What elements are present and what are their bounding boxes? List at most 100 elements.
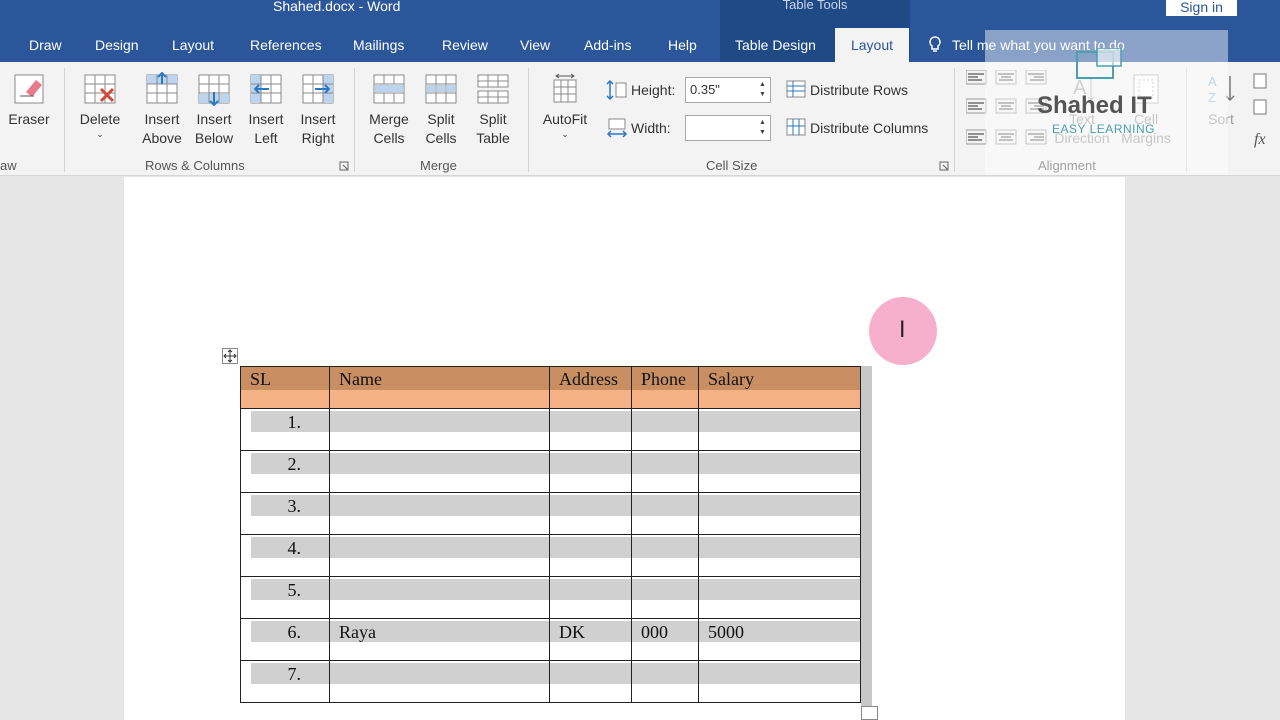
table-cell[interactable]: 3.	[240, 492, 330, 535]
delete-button[interactable]: Delete ⌄	[76, 72, 124, 139]
table-cell[interactable]	[549, 576, 632, 619]
insert-below-button[interactable]: Insert Below	[191, 72, 237, 148]
insert-above-button[interactable]: Insert Above	[139, 72, 185, 148]
header-cell[interactable]: Phone	[631, 366, 699, 409]
table-cell[interactable]	[698, 408, 861, 451]
tab-add-ins[interactable]: Add-ins	[584, 37, 631, 53]
insert-right-icon	[302, 74, 334, 104]
table-cell[interactable]: 2.	[240, 450, 330, 493]
height-input[interactable]: 0.35" ▲ ▼	[685, 77, 771, 103]
header-cell[interactable]: Salary	[698, 366, 861, 409]
tab-mailings[interactable]: Mailings	[353, 37, 404, 53]
tab-view[interactable]: View	[520, 37, 550, 53]
table-cell[interactable]	[549, 492, 632, 535]
cell-address	[550, 453, 631, 474]
tab-layout[interactable]: Layout	[172, 37, 214, 53]
table-cell[interactable]	[549, 450, 632, 493]
split-cells-icon	[425, 74, 457, 104]
table-cell[interactable]	[631, 576, 699, 619]
distribute-rows-button[interactable]: Distribute Rows	[786, 80, 908, 100]
table-cell[interactable]	[329, 492, 550, 535]
table-cell[interactable]: 7.	[240, 660, 330, 703]
table-move-handle-icon[interactable]	[222, 348, 238, 364]
width-input[interactable]: ▲ ▼	[685, 115, 771, 141]
text-cursor-icon: I	[899, 318, 906, 343]
dialog-launcher-icon[interactable]	[939, 161, 949, 171]
distribute-rows-icon	[786, 80, 806, 98]
chevron-down-icon: ⌄	[96, 129, 104, 139]
lightbulb-icon	[929, 36, 941, 52]
table-cell[interactable]: 000	[631, 618, 699, 661]
table-resize-handle[interactable]	[861, 706, 878, 720]
table-cell[interactable]	[329, 660, 550, 703]
eraser-button[interactable]: Eraser	[8, 72, 50, 129]
table-cell[interactable]	[549, 408, 632, 451]
autofit-icon	[553, 73, 577, 103]
header-cell[interactable]: Address	[549, 366, 632, 409]
autofit-button[interactable]: AutoFit ⌄	[538, 72, 592, 139]
header-phone: Phone	[632, 367, 698, 390]
table-cell[interactable]: 6.	[240, 618, 330, 661]
delete-label: Delete	[79, 111, 121, 127]
repeat-header-convert-formula-icons[interactable]: fx	[1252, 72, 1280, 152]
table-cell[interactable]: 1.	[240, 408, 330, 451]
table-cell[interactable]	[698, 450, 861, 493]
table-cell[interactable]: 4.	[240, 534, 330, 577]
cell-name	[330, 537, 549, 558]
cell-sl: 3.	[251, 495, 329, 516]
table-cell[interactable]	[698, 534, 861, 577]
table-cell[interactable]: 5000	[698, 618, 861, 661]
table-cell[interactable]	[698, 576, 861, 619]
table-cell[interactable]	[631, 660, 699, 703]
header-cell[interactable]: SL	[240, 366, 330, 409]
table-cell[interactable]	[698, 492, 861, 535]
group-divider	[954, 68, 955, 172]
tab-table-layout[interactable]: Layout	[835, 28, 909, 62]
data-group-partial: fx	[1252, 72, 1280, 152]
insert-above-label-2: Above	[142, 130, 182, 146]
table-cell[interactable]	[698, 660, 861, 703]
table-cell[interactable]	[329, 408, 550, 451]
cell-address	[550, 495, 631, 516]
spinner-arrows-icon[interactable]: ▲ ▼	[759, 118, 767, 138]
cell-salary	[699, 537, 860, 558]
header-sl: SL	[241, 367, 329, 390]
table-cell[interactable]	[329, 450, 550, 493]
merge-cells-button[interactable]: Merge Cells	[366, 72, 412, 148]
tab-table-design[interactable]: Table Design	[735, 37, 816, 53]
insert-below-label-1: Insert	[196, 111, 232, 127]
tab-draw[interactable]: Draw	[29, 37, 62, 53]
cell-phone	[632, 453, 698, 474]
table-cell[interactable]	[329, 534, 550, 577]
split-table-button[interactable]: Split Table	[470, 72, 516, 148]
draw-group-label: aw	[0, 158, 17, 173]
header-address: Address	[550, 367, 631, 390]
data-table[interactable]: SL Name Address Phone Salary 1. 2. 3. 4.…	[240, 366, 861, 703]
table-cell[interactable]	[631, 534, 699, 577]
table-cell[interactable]: 5.	[240, 576, 330, 619]
tab-review[interactable]: Review	[442, 37, 488, 53]
table-cell[interactable]	[329, 576, 550, 619]
insert-left-button[interactable]: Insert Left	[243, 72, 289, 148]
table-cell[interactable]	[631, 408, 699, 451]
table-cell[interactable]: Raya	[329, 618, 550, 661]
cell-phone	[632, 411, 698, 432]
dialog-launcher-icon[interactable]	[339, 161, 349, 171]
header-cell[interactable]: Name	[329, 366, 550, 409]
table-cell[interactable]	[549, 534, 632, 577]
sign-in-button[interactable]: Sign in	[1166, 0, 1237, 16]
table-cell[interactable]	[631, 492, 699, 535]
tab-help[interactable]: Help	[668, 37, 697, 53]
split-cells-button[interactable]: Split Cells	[418, 72, 464, 148]
table-cell[interactable]	[549, 660, 632, 703]
table-cell[interactable]: DK	[549, 618, 632, 661]
cell-sl: 6.	[251, 621, 329, 642]
distribute-columns-button[interactable]: Distribute Columns	[786, 118, 928, 138]
tab-design[interactable]: Design	[95, 37, 139, 53]
spinner-arrows-icon[interactable]: ▲ ▼	[759, 80, 767, 100]
tab-references[interactable]: References	[250, 37, 322, 53]
cell-phone	[632, 663, 698, 684]
svg-text:fx: fx	[1254, 131, 1266, 148]
table-cell[interactable]	[631, 450, 699, 493]
insert-right-button[interactable]: Insert Right	[295, 72, 341, 148]
